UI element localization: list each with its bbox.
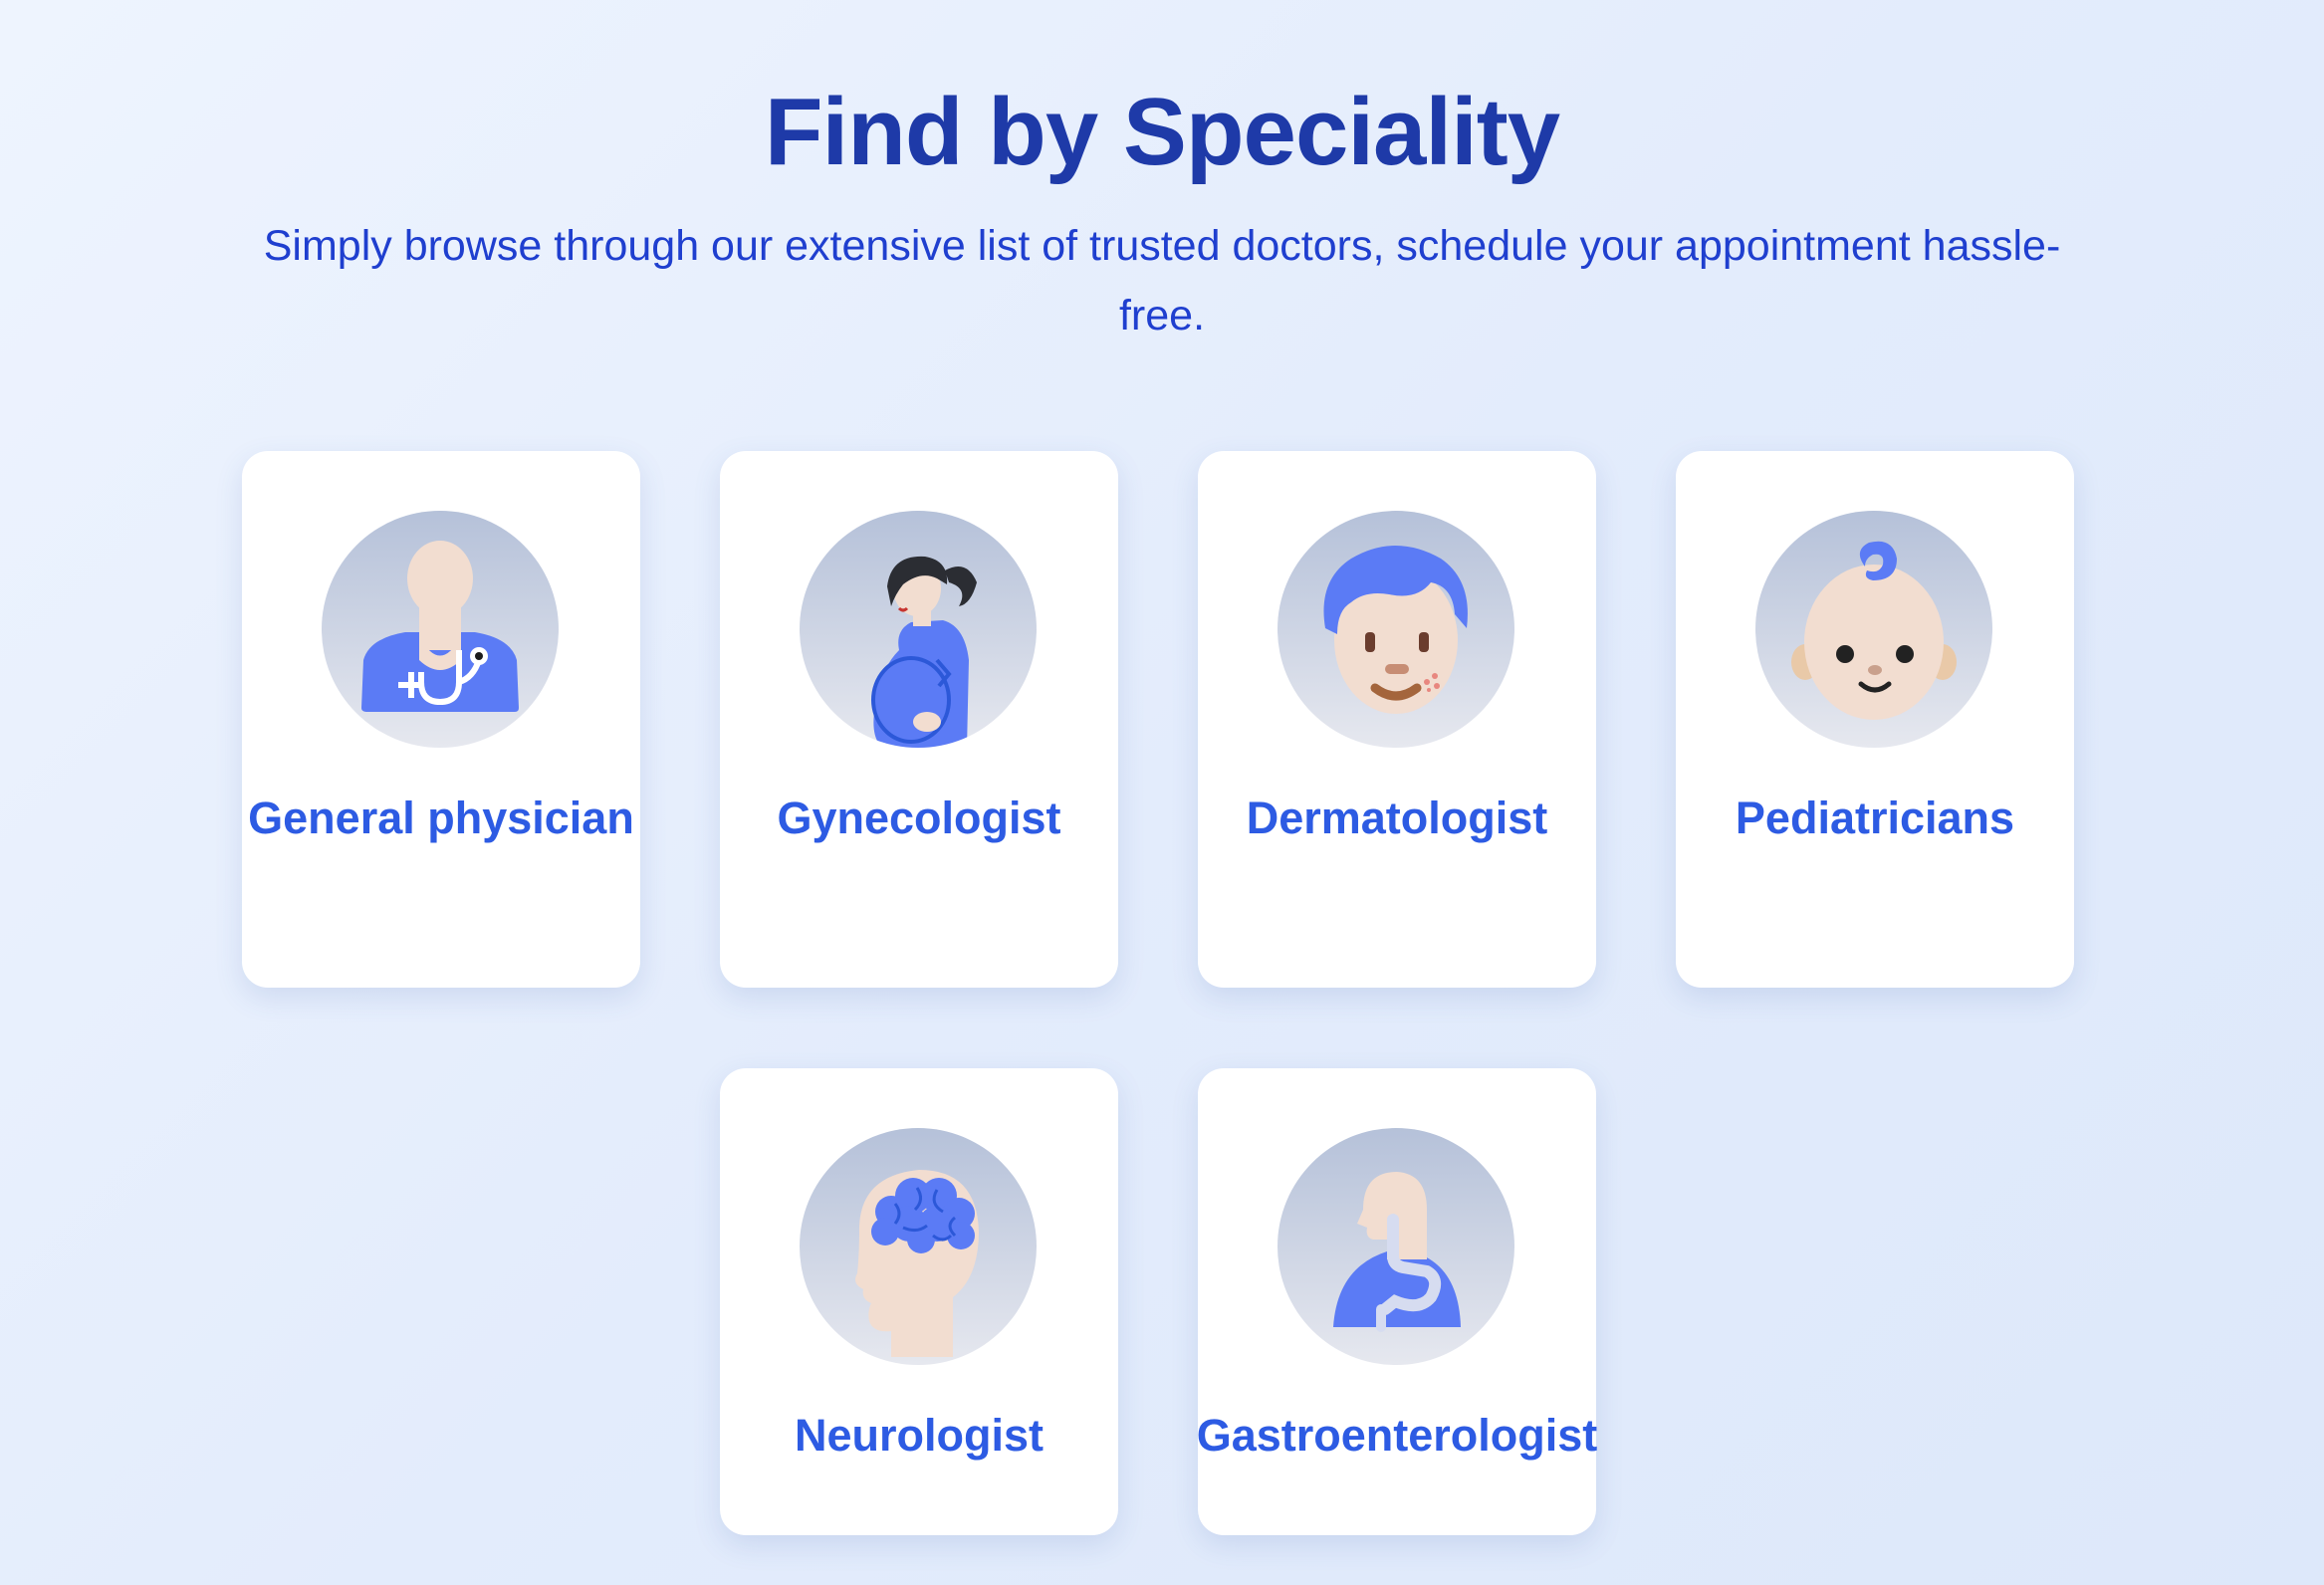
page-title: Find by Speciality xyxy=(764,79,1560,185)
speciality-label: Gynecologist xyxy=(777,792,1061,843)
pregnant-woman-icon xyxy=(800,511,1037,748)
speciality-card-pediatricians[interactable]: Pediatricians xyxy=(1676,451,2074,988)
speciality-card-gynecologist[interactable]: Gynecologist xyxy=(720,451,1118,988)
speciality-label: Gastroenterologist xyxy=(1196,1410,1598,1461)
doctor-stethoscope-icon xyxy=(322,511,559,748)
speciality-card-dermatologist[interactable]: Dermatologist xyxy=(1198,451,1596,988)
speciality-card-general-physician[interactable]: General physician xyxy=(242,451,640,988)
speciality-label: General physician xyxy=(248,792,634,843)
page-subtitle: Simply browse through our extensive list… xyxy=(263,222,2061,340)
speciality-card-gastroenterologist[interactable]: Gastroenterologist xyxy=(1197,1068,1597,1535)
speciality-label: Neurologist xyxy=(794,1410,1044,1461)
digestive-system-icon xyxy=(1278,1128,1514,1365)
speciality-card-neurologist[interactable]: Neurologist xyxy=(720,1068,1118,1535)
speciality-section: Find by Speciality Simply browse through… xyxy=(0,0,2324,1585)
speciality-label: Dermatologist xyxy=(1246,792,1548,843)
head-brain-icon xyxy=(800,1128,1037,1365)
baby-face-icon xyxy=(1755,511,1992,748)
face-with-skin-spots-icon xyxy=(1278,511,1514,748)
speciality-label: Pediatricians xyxy=(1735,792,2015,843)
